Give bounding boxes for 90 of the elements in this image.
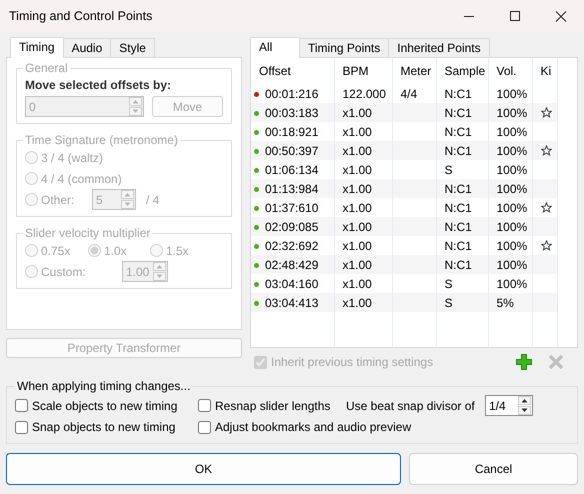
checkbox-label: Scale objects to new timing (32, 398, 178, 414)
column-header[interactable]: Vol. (488, 58, 532, 84)
table-cell: x1.00 (342, 144, 372, 158)
table-cell: 100% (496, 106, 528, 120)
table-cell: 00:03:183 (265, 106, 318, 120)
column-header[interactable]: Ki (532, 58, 557, 84)
checkbox-label: Inherit previous timing settings (271, 354, 434, 371)
table-cell: N:C1 (444, 238, 472, 252)
table-cell: x1.00 (342, 258, 372, 272)
table-cell: 00:01:216 (265, 86, 318, 100)
radio-label: 1.0x (104, 242, 127, 260)
table-cell: N:C1 (444, 106, 472, 120)
group-label: General (24, 61, 69, 75)
table-cell: 03:04:413 (265, 296, 318, 310)
radio-label: 0.75x (41, 242, 70, 260)
ok-button[interactable]: OK (6, 453, 401, 485)
window-title: Timing and Control Points (9, 8, 154, 25)
table-cell: x1.00 (342, 162, 372, 176)
field-label: Use beat snap divisor of (346, 398, 476, 414)
cancel-button[interactable]: Cancel (409, 453, 578, 485)
group-label: When applying timing changes... (16, 379, 192, 393)
table-cell: x1.00 (342, 124, 372, 138)
tab[interactable]: Inherited Points (388, 38, 490, 57)
table-cell: 01:13:984 (265, 182, 318, 196)
table-cell: 122.000 (342, 86, 386, 100)
field-label: Move selected offsets by: (25, 77, 172, 94)
checkbox[interactable] (15, 420, 28, 434)
table-cell: N:C1 (444, 200, 472, 214)
checkbox-label: Resnap slider lengths (215, 398, 330, 414)
column-header[interactable]: Sample (436, 58, 488, 84)
group-label: Slider velocity multiplier (24, 226, 152, 240)
checkbox[interactable] (198, 420, 211, 434)
table-cell: N:C1 (444, 258, 472, 272)
radio-label: 3 / 4 (waltz) (41, 150, 104, 166)
table-cell: 100% (496, 162, 528, 176)
spin-arrows-icon[interactable] (518, 396, 531, 415)
field-suffix: / 4 (146, 192, 160, 208)
table-cell: 100% (496, 258, 528, 272)
table-cell: 02:32:692 (265, 238, 318, 252)
table-cell: 100% (496, 86, 528, 100)
table-cell: N:C1 (444, 144, 472, 158)
close-icon[interactable] (555, 10, 567, 22)
table-cell: 100% (496, 200, 528, 214)
table-cell: x1.00 (342, 106, 372, 120)
table-cell: 100% (496, 238, 528, 252)
table-cell: 100% (496, 276, 528, 290)
tab[interactable]: Timing (10, 37, 64, 58)
table-cell: 02:09:085 (265, 220, 318, 234)
radio-label: 4 / 4 (common) (41, 170, 122, 188)
table-cell: 03:04:160 (265, 276, 318, 290)
checkbox[interactable] (198, 399, 211, 412)
checkbox-label: Adjust bookmarks and audio preview (215, 419, 412, 436)
table-cell: x1.00 (342, 238, 372, 252)
table-cell: 01:37:610 (265, 200, 318, 214)
table-cell: 100% (496, 182, 528, 196)
add-icon[interactable] (516, 354, 532, 370)
table-cell: N:C1 (444, 220, 472, 234)
table-cell: x1.00 (342, 200, 372, 214)
column-header[interactable]: Meter (392, 58, 436, 84)
radio-label: Custom: (41, 264, 87, 280)
radio-label: Other: (41, 192, 76, 208)
tab[interactable]: All (250, 37, 300, 58)
table-cell: 100% (496, 124, 528, 138)
table-cell: x1.00 (342, 182, 372, 196)
table-cell: x1.00 (342, 220, 372, 234)
table-cell: x1.00 (342, 296, 372, 310)
table-cell: 01:06:134 (265, 162, 318, 176)
table-cell: 5% (496, 296, 514, 310)
table-cell: S (444, 296, 453, 310)
table-cell: N:C1 (444, 124, 472, 138)
table-cell: S (444, 162, 453, 176)
table-cell: N:C1 (444, 86, 472, 100)
checkbox-label: Snap objects to new timing (32, 419, 176, 436)
radio-label: 1.5x (166, 242, 189, 260)
maximize-icon[interactable] (509, 10, 521, 22)
checkbox[interactable] (15, 399, 28, 412)
tab[interactable]: Timing Points (299, 38, 390, 57)
table-cell: 100% (496, 144, 528, 158)
table-cell: x1.00 (342, 276, 372, 290)
table-cell: 02:48:429 (265, 258, 318, 272)
table-cell: 00:18:921 (265, 124, 318, 138)
column-header[interactable]: Offset (251, 58, 334, 84)
group-label: Time Signature (metronome) (24, 133, 179, 147)
table-cell: N:C1 (444, 182, 472, 196)
column-header[interactable]: BPM (334, 58, 392, 84)
tab[interactable]: Style (110, 38, 155, 57)
table-cell: 4/4 (400, 86, 418, 100)
table-cell: 100% (496, 220, 528, 234)
table-cell: S (444, 276, 453, 290)
table-cell: 00:50:397 (265, 144, 318, 158)
